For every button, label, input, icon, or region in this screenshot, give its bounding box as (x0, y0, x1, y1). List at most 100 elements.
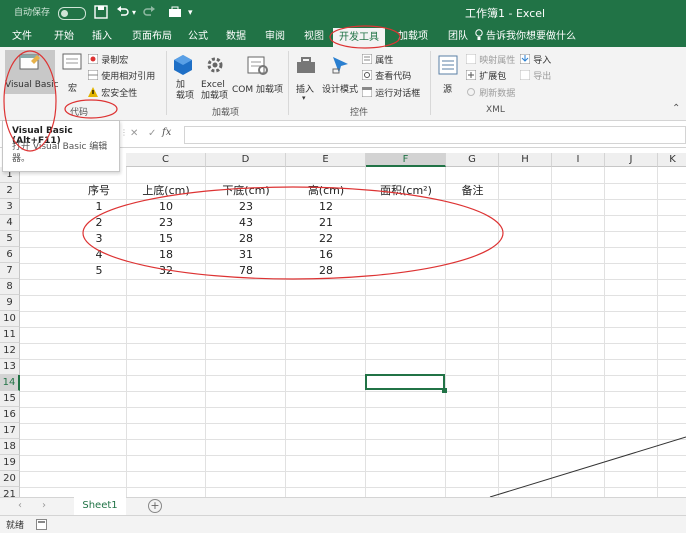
customize-qa-icon[interactable]: ▾ (188, 5, 193, 21)
row-header[interactable]: 6 (0, 247, 20, 263)
row-header[interactable]: 4 (0, 215, 20, 231)
column-header[interactable]: K (658, 153, 686, 167)
new-sheet-icon[interactable]: + (148, 499, 162, 513)
run-dialog-icon (361, 86, 373, 98)
fill-handle[interactable] (442, 388, 447, 393)
annotation-ellipse-data (82, 186, 504, 280)
column-header[interactable]: H (499, 153, 552, 167)
autosave-label: 自动保存 (14, 8, 51, 18)
row-header[interactable]: 9 (0, 295, 20, 311)
row-header[interactable]: 3 (0, 199, 20, 215)
run-dialog-button[interactable]: 运行对话框 (361, 86, 420, 99)
row-header[interactable]: 2 (0, 183, 20, 199)
relative-reference-icon (87, 69, 99, 81)
group-label-xml: XML (486, 105, 505, 115)
group-label-controls: 控件 (350, 108, 369, 118)
properties-button[interactable]: 属性 (361, 53, 393, 66)
undo-dropdown-icon[interactable]: ▾ (132, 5, 136, 21)
row-header[interactable]: 7 (0, 263, 20, 279)
insert-control-button[interactable]: 插入 ▾ (292, 52, 320, 102)
addins-icon (174, 55, 192, 75)
refresh-icon (467, 88, 475, 96)
excel-addins-gear-icon (207, 57, 223, 73)
column-header[interactable]: G (446, 153, 499, 167)
map-properties-icon (465, 53, 477, 65)
tab-data[interactable]: 数据 (226, 29, 246, 45)
tab-addins[interactable]: 加载项 (398, 29, 428, 45)
toolbox-icon (297, 57, 315, 73)
formula-input[interactable] (184, 126, 686, 144)
row-header[interactable]: 15 (0, 391, 20, 407)
row-header-selected[interactable]: 14 (0, 375, 20, 391)
view-code-button[interactable]: 查看代码 (361, 69, 411, 82)
row-header[interactable]: 11 (0, 327, 20, 343)
column-header[interactable]: J (605, 153, 658, 167)
row-header[interactable]: 5 (0, 231, 20, 247)
tab-formulas[interactable]: 公式 (188, 29, 208, 45)
design-mode-button[interactable]: 设计模式 (322, 52, 360, 102)
row-header[interactable]: 10 (0, 311, 20, 327)
row-header[interactable]: 8 (0, 279, 20, 295)
tab-view[interactable]: 视图 (304, 29, 324, 45)
row-header[interactable]: 12 (0, 343, 20, 359)
insert-function-icon[interactable]: fx (162, 127, 171, 138)
undo-icon[interactable] (116, 5, 130, 21)
tab-insert[interactable]: 插入 (92, 29, 112, 45)
design-mode-icon (332, 57, 348, 74)
cancel-icon[interactable]: ✕ (130, 128, 138, 139)
export-button[interactable]: 导出 (519, 69, 551, 82)
selected-cell[interactable] (365, 374, 445, 390)
column-header[interactable]: E (286, 153, 366, 167)
sheet-tab-bar: ‹ › Sheet1 + (0, 497, 686, 517)
import-icon (519, 53, 531, 65)
macro-record-icon[interactable] (36, 519, 47, 530)
record-macro-button[interactable]: 录制宏 (87, 53, 128, 66)
ribbon-separator (430, 51, 431, 115)
redo-icon[interactable] (142, 5, 156, 21)
refresh-data-button[interactable]: 刷新数据 (466, 86, 515, 99)
formula-bar-dots: ⋮ (120, 128, 128, 137)
tab-page-layout[interactable]: 页面布局 (132, 29, 172, 45)
xml-source-button[interactable]: 源 (436, 52, 460, 102)
column-header[interactable]: D (206, 153, 286, 167)
relative-reference-button[interactable]: 使用相对引用 (87, 69, 155, 82)
excel-addins-button[interactable]: Excel 加载项 (200, 52, 230, 102)
status-text: 就绪 (6, 521, 25, 531)
row-header[interactable]: 20 (0, 471, 20, 487)
com-addins-button[interactable]: COM 加载项 (232, 52, 284, 102)
ribbon-separator (288, 51, 289, 115)
sheet-tab-sheet1[interactable]: Sheet1 (74, 497, 126, 517)
column-header[interactable]: C (126, 153, 206, 167)
map-properties-button[interactable]: 映射属性 (465, 53, 515, 66)
column-header[interactable]: I (552, 153, 605, 167)
record-macro-icon (87, 53, 99, 65)
collapse-ribbon-icon[interactable]: ⌃ (672, 103, 680, 114)
addins-button[interactable]: 加 载项 (170, 52, 196, 102)
enter-icon[interactable]: ✓ (148, 128, 156, 139)
save-icon[interactable] (94, 5, 108, 21)
column-header-selected[interactable]: F (366, 153, 446, 167)
spreadsheet-grid[interactable]: C D E F G H I J K 1 2 3 4 5 6 7 8 9 10 1… (0, 153, 686, 503)
scroll-right-icon[interactable]: › (42, 500, 46, 511)
touch-mode-icon[interactable] (168, 5, 182, 21)
tab-file[interactable]: 文件 (12, 29, 32, 45)
row-header[interactable]: 19 (0, 455, 20, 471)
row-header[interactable]: 16 (0, 407, 20, 423)
tab-review[interactable]: 审阅 (265, 29, 285, 45)
tell-me-icon[interactable] (474, 29, 484, 45)
tab-team[interactable]: 团队 (448, 29, 468, 45)
import-button[interactable]: 导入 (519, 53, 551, 66)
tell-me-input[interactable]: 告诉我你想要做什么 (486, 29, 576, 45)
expansion-pack-button[interactable]: 扩展包 (465, 69, 506, 82)
ribbon-separator (166, 51, 167, 115)
scroll-left-icon[interactable]: ‹ (18, 500, 22, 511)
autosave-toggle[interactable] (58, 7, 86, 20)
row-header[interactable]: 13 (0, 359, 20, 375)
macros-button[interactable]: 宏 (60, 52, 86, 94)
status-bar: 就绪 (0, 515, 686, 533)
properties-icon (361, 53, 373, 65)
annotation-ellipse-tab (329, 25, 401, 49)
row-header[interactable]: 17 (0, 423, 20, 439)
row-header[interactable]: 18 (0, 439, 20, 455)
tab-home[interactable]: 开始 (54, 29, 74, 45)
